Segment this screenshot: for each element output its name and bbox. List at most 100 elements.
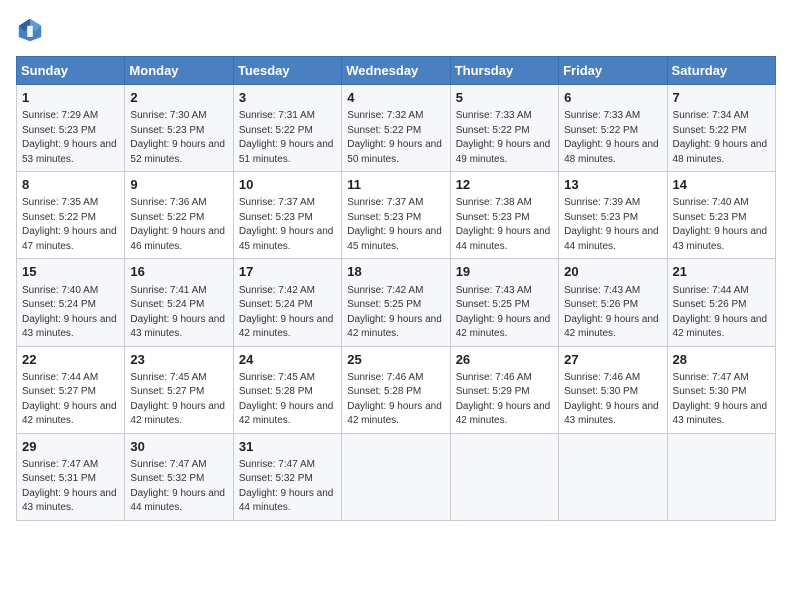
calendar-cell: 5 Sunrise: 7:33 AM Sunset: 5:22 PM Dayli… xyxy=(450,85,558,172)
day-number: 14 xyxy=(673,176,770,194)
day-info: Sunrise: 7:30 AM Sunset: 5:23 PM Dayligh… xyxy=(130,109,227,167)
calendar-cell: 19 Sunrise: 7:43 AM Sunset: 5:25 PM Dayl… xyxy=(450,259,558,346)
day-number: 4 xyxy=(347,89,444,107)
header-cell: Wednesday xyxy=(342,57,450,85)
day-info: Sunrise: 7:39 AM Sunset: 5:23 PM Dayligh… xyxy=(564,196,661,254)
day-number: 21 xyxy=(673,263,770,281)
day-number: 3 xyxy=(239,89,336,107)
header-cell: Friday xyxy=(559,57,667,85)
day-number: 19 xyxy=(456,263,553,281)
calendar-cell: 12 Sunrise: 7:38 AM Sunset: 5:23 PM Dayl… xyxy=(450,172,558,259)
day-info: Sunrise: 7:32 AM Sunset: 5:22 PM Dayligh… xyxy=(347,109,444,167)
calendar-cell xyxy=(667,433,775,520)
day-info: Sunrise: 7:46 AM Sunset: 5:28 PM Dayligh… xyxy=(347,371,444,429)
calendar-cell: 3 Sunrise: 7:31 AM Sunset: 5:22 PM Dayli… xyxy=(233,85,341,172)
calendar-cell: 15 Sunrise: 7:40 AM Sunset: 5:24 PM Dayl… xyxy=(17,259,125,346)
calendar-cell: 25 Sunrise: 7:46 AM Sunset: 5:28 PM Dayl… xyxy=(342,346,450,433)
calendar-cell: 9 Sunrise: 7:36 AM Sunset: 5:22 PM Dayli… xyxy=(125,172,233,259)
calendar-cell: 10 Sunrise: 7:37 AM Sunset: 5:23 PM Dayl… xyxy=(233,172,341,259)
day-number: 10 xyxy=(239,176,336,194)
day-info: Sunrise: 7:42 AM Sunset: 5:24 PM Dayligh… xyxy=(239,284,336,342)
calendar-cell xyxy=(559,433,667,520)
day-number: 29 xyxy=(22,438,119,456)
day-info: Sunrise: 7:43 AM Sunset: 5:26 PM Dayligh… xyxy=(564,284,661,342)
calendar-cell: 23 Sunrise: 7:45 AM Sunset: 5:27 PM Dayl… xyxy=(125,346,233,433)
day-info: Sunrise: 7:45 AM Sunset: 5:27 PM Dayligh… xyxy=(130,371,227,429)
day-number: 12 xyxy=(456,176,553,194)
calendar-cell: 4 Sunrise: 7:32 AM Sunset: 5:22 PM Dayli… xyxy=(342,85,450,172)
day-info: Sunrise: 7:38 AM Sunset: 5:23 PM Dayligh… xyxy=(456,196,553,254)
day-info: Sunrise: 7:41 AM Sunset: 5:24 PM Dayligh… xyxy=(130,284,227,342)
calendar-cell xyxy=(342,433,450,520)
calendar-table: SundayMondayTuesdayWednesdayThursdayFrid… xyxy=(16,56,776,521)
header-cell: Monday xyxy=(125,57,233,85)
day-number: 26 xyxy=(456,351,553,369)
day-info: Sunrise: 7:33 AM Sunset: 5:22 PM Dayligh… xyxy=(456,109,553,167)
header-cell: Thursday xyxy=(450,57,558,85)
calendar-header: SundayMondayTuesdayWednesdayThursdayFrid… xyxy=(17,57,776,85)
day-number: 8 xyxy=(22,176,119,194)
calendar-week: 1 Sunrise: 7:29 AM Sunset: 5:23 PM Dayli… xyxy=(17,85,776,172)
day-info: Sunrise: 7:36 AM Sunset: 5:22 PM Dayligh… xyxy=(130,196,227,254)
day-info: Sunrise: 7:37 AM Sunset: 5:23 PM Dayligh… xyxy=(239,196,336,254)
day-info: Sunrise: 7:40 AM Sunset: 5:24 PM Dayligh… xyxy=(22,284,119,342)
day-info: Sunrise: 7:34 AM Sunset: 5:22 PM Dayligh… xyxy=(673,109,770,167)
day-info: Sunrise: 7:46 AM Sunset: 5:29 PM Dayligh… xyxy=(456,371,553,429)
day-info: Sunrise: 7:45 AM Sunset: 5:28 PM Dayligh… xyxy=(239,371,336,429)
day-info: Sunrise: 7:43 AM Sunset: 5:25 PM Dayligh… xyxy=(456,284,553,342)
day-info: Sunrise: 7:31 AM Sunset: 5:22 PM Dayligh… xyxy=(239,109,336,167)
calendar-cell: 18 Sunrise: 7:42 AM Sunset: 5:25 PM Dayl… xyxy=(342,259,450,346)
day-number: 7 xyxy=(673,89,770,107)
calendar-cell: 29 Sunrise: 7:47 AM Sunset: 5:31 PM Dayl… xyxy=(17,433,125,520)
day-number: 13 xyxy=(564,176,661,194)
day-info: Sunrise: 7:47 AM Sunset: 5:32 PM Dayligh… xyxy=(239,458,336,516)
logo xyxy=(16,16,48,44)
header-cell: Saturday xyxy=(667,57,775,85)
header-row: SundayMondayTuesdayWednesdayThursdayFrid… xyxy=(17,57,776,85)
calendar-cell: 27 Sunrise: 7:46 AM Sunset: 5:30 PM Dayl… xyxy=(559,346,667,433)
calendar-cell: 22 Sunrise: 7:44 AM Sunset: 5:27 PM Dayl… xyxy=(17,346,125,433)
day-number: 1 xyxy=(22,89,119,107)
calendar-week: 15 Sunrise: 7:40 AM Sunset: 5:24 PM Dayl… xyxy=(17,259,776,346)
day-number: 20 xyxy=(564,263,661,281)
day-info: Sunrise: 7:47 AM Sunset: 5:30 PM Dayligh… xyxy=(673,371,770,429)
calendar-cell: 31 Sunrise: 7:47 AM Sunset: 5:32 PM Dayl… xyxy=(233,433,341,520)
header-cell: Tuesday xyxy=(233,57,341,85)
calendar-cell: 6 Sunrise: 7:33 AM Sunset: 5:22 PM Dayli… xyxy=(559,85,667,172)
calendar-week: 22 Sunrise: 7:44 AM Sunset: 5:27 PM Dayl… xyxy=(17,346,776,433)
day-info: Sunrise: 7:35 AM Sunset: 5:22 PM Dayligh… xyxy=(22,196,119,254)
day-number: 28 xyxy=(673,351,770,369)
calendar-cell xyxy=(450,433,558,520)
day-number: 18 xyxy=(347,263,444,281)
day-number: 17 xyxy=(239,263,336,281)
calendar-cell: 13 Sunrise: 7:39 AM Sunset: 5:23 PM Dayl… xyxy=(559,172,667,259)
day-info: Sunrise: 7:46 AM Sunset: 5:30 PM Dayligh… xyxy=(564,371,661,429)
logo-icon xyxy=(16,16,44,44)
calendar-cell: 17 Sunrise: 7:42 AM Sunset: 5:24 PM Dayl… xyxy=(233,259,341,346)
day-number: 9 xyxy=(130,176,227,194)
calendar-cell: 2 Sunrise: 7:30 AM Sunset: 5:23 PM Dayli… xyxy=(125,85,233,172)
day-info: Sunrise: 7:44 AM Sunset: 5:27 PM Dayligh… xyxy=(22,371,119,429)
day-info: Sunrise: 7:40 AM Sunset: 5:23 PM Dayligh… xyxy=(673,196,770,254)
day-number: 31 xyxy=(239,438,336,456)
day-info: Sunrise: 7:44 AM Sunset: 5:26 PM Dayligh… xyxy=(673,284,770,342)
day-info: Sunrise: 7:42 AM Sunset: 5:25 PM Dayligh… xyxy=(347,284,444,342)
day-number: 2 xyxy=(130,89,227,107)
calendar-cell: 24 Sunrise: 7:45 AM Sunset: 5:28 PM Dayl… xyxy=(233,346,341,433)
calendar-cell: 1 Sunrise: 7:29 AM Sunset: 5:23 PM Dayli… xyxy=(17,85,125,172)
day-number: 30 xyxy=(130,438,227,456)
calendar-cell: 8 Sunrise: 7:35 AM Sunset: 5:22 PM Dayli… xyxy=(17,172,125,259)
calendar-week: 29 Sunrise: 7:47 AM Sunset: 5:31 PM Dayl… xyxy=(17,433,776,520)
page-header xyxy=(16,16,776,44)
calendar-cell: 14 Sunrise: 7:40 AM Sunset: 5:23 PM Dayl… xyxy=(667,172,775,259)
day-number: 22 xyxy=(22,351,119,369)
day-number: 16 xyxy=(130,263,227,281)
day-number: 24 xyxy=(239,351,336,369)
calendar-cell: 20 Sunrise: 7:43 AM Sunset: 5:26 PM Dayl… xyxy=(559,259,667,346)
calendar-cell: 30 Sunrise: 7:47 AM Sunset: 5:32 PM Dayl… xyxy=(125,433,233,520)
day-number: 5 xyxy=(456,89,553,107)
calendar-cell: 7 Sunrise: 7:34 AM Sunset: 5:22 PM Dayli… xyxy=(667,85,775,172)
calendar-cell: 11 Sunrise: 7:37 AM Sunset: 5:23 PM Dayl… xyxy=(342,172,450,259)
calendar-cell: 16 Sunrise: 7:41 AM Sunset: 5:24 PM Dayl… xyxy=(125,259,233,346)
day-number: 15 xyxy=(22,263,119,281)
